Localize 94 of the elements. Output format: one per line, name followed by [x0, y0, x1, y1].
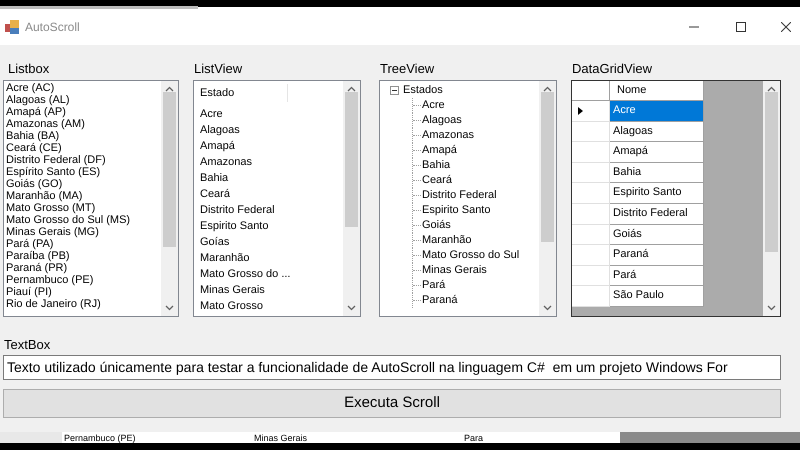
text-field[interactable]: Texto utilizado únicamente para testar a funcionalidade de AutoScroll na linguagem C# em um projeto Windows For	[3, 355, 781, 380]
scroll-up-icon[interactable]	[543, 86, 552, 92]
column-header[interactable]: Estado	[200, 84, 288, 102]
list-item[interactable]: Espirito Santo	[200, 218, 343, 234]
scroll-down-icon[interactable]	[543, 305, 552, 311]
scroll-up-icon[interactable]	[347, 86, 356, 92]
tree-node[interactable]: Estados	[403, 83, 443, 98]
scrollbar[interactable]	[539, 81, 556, 316]
list-item[interactable]: Pernambuco (PE)	[6, 274, 161, 286]
tree-node[interactable]: Distrito Federal	[422, 188, 497, 203]
list-item[interactable]: Amapá (AP)	[6, 106, 161, 118]
background-text: Minas Gerais	[254, 433, 308, 443]
list-item[interactable]: Mato Grosso do ...	[200, 266, 343, 282]
scroll-up-icon[interactable]	[165, 86, 174, 92]
tree-node[interactable]: Mato Grosso do Sul	[422, 248, 520, 263]
scrollbar[interactable]	[161, 81, 178, 316]
textbox-label: TextBox	[4, 337, 52, 353]
tree-node[interactable]: Alagoas	[422, 113, 462, 128]
datagridview-label: DataGridView	[572, 61, 653, 77]
list-item[interactable]: Acre	[200, 106, 343, 122]
grid-cell[interactable]: Amapá	[610, 142, 704, 163]
scroll-up-icon[interactable]	[767, 86, 776, 92]
list-item[interactable]: Goías	[200, 234, 343, 250]
list-item[interactable]: Minas Gerais (MG)	[6, 226, 161, 238]
tree-node[interactable]: Pará	[422, 278, 446, 293]
list-item[interactable]: Bahia	[200, 170, 343, 186]
list-item[interactable]: Mato Grosso (MT)	[6, 202, 161, 214]
grid-cell[interactable]: Goiás	[610, 224, 704, 246]
scroll-down-icon[interactable]	[347, 305, 356, 311]
list-item[interactable]: Mato Grosso do Sul (MS)	[6, 214, 161, 226]
tree-node[interactable]: Acre	[422, 98, 445, 113]
grid-cell[interactable]: São Paulo	[610, 286, 704, 307]
tree-node[interactable]: Espirito Santo	[422, 203, 490, 218]
scroll-thumb[interactable]	[765, 92, 778, 252]
scrollbar[interactable]	[343, 81, 360, 316]
background-text: Para	[464, 433, 484, 443]
execute-scroll-button[interactable]: Executa Scroll	[3, 389, 781, 418]
list-item[interactable]: Paraná (PR)	[6, 262, 161, 274]
tree-node[interactable]: Amazonas	[422, 128, 474, 143]
listview[interactable]: Estado Acre Alagoas Amapá Amazonas Bahia Ceará Distrito Federal Espirito Santo Goías Maranhão Mato Grosso do ... Minas Gerais Mato Grosso	[193, 80, 361, 317]
close-icon[interactable]	[781, 22, 791, 32]
list-item[interactable]: Amazonas (AM)	[6, 118, 161, 130]
list-item[interactable]: Mato Grosso	[200, 298, 343, 314]
list-item[interactable]: Distrito Federal	[200, 202, 343, 218]
list-item[interactable]: Pará (PA)	[6, 238, 161, 250]
list-item[interactable]: Amazonas	[200, 154, 343, 170]
tree-node[interactable]: Paraná	[422, 293, 458, 308]
listbox-label: Listbox	[8, 61, 50, 77]
list-item[interactable]: Acre (AC)	[6, 82, 161, 94]
tree-node[interactable]: Amapá	[422, 143, 457, 158]
list-item[interactable]: Espírito Santo (ES)	[6, 166, 161, 178]
list-item[interactable]: Goiás (GO)	[6, 178, 161, 190]
grid-cell[interactable]: Pará	[610, 266, 704, 286]
tree-node[interactable]: Goiás	[422, 218, 451, 233]
list-item[interactable]: Amapá	[200, 138, 343, 154]
grid-cell[interactable]: Paraná	[610, 245, 704, 266]
scroll-thumb[interactable]	[541, 92, 554, 242]
list-item[interactable]: Alagoas (AL)	[6, 94, 161, 106]
list-item[interactable]: Maranhão	[200, 250, 343, 266]
listview-label: ListView	[194, 61, 244, 77]
tree-node[interactable]: Maranhão	[422, 233, 472, 248]
scroll-thumb[interactable]	[163, 92, 176, 247]
row-pointer-icon	[578, 106, 583, 115]
scroll-down-icon[interactable]	[165, 305, 174, 311]
data-grid[interactable]: Nome Acre Alagoas Amapá Bahia Espirito Santo Distrito Federal Goiás Paraná Pará São Paulo	[571, 80, 781, 317]
window-title: AutoScroll	[25, 19, 80, 36]
grid-cell[interactable]: Alagoas	[610, 122, 704, 142]
grid-cell[interactable]: Distrito Federal	[610, 204, 704, 225]
list-item[interactable]: Bahia (BA)	[6, 130, 161, 142]
list-item[interactable]: Rio de Janeiro (RJ)	[6, 298, 161, 310]
listbox[interactable]	[3, 80, 179, 317]
tree-node[interactable]: Ceará	[422, 173, 452, 188]
grid-cell[interactable]: Bahia	[610, 162, 704, 184]
list-item[interactable]: Ceará (CE)	[6, 142, 161, 154]
list-item[interactable]: Minas Gerais	[200, 282, 343, 298]
treeview-label: TreeView	[380, 61, 436, 77]
background-text: Pernambuco (PE)	[64, 433, 137, 443]
app-icon	[5, 20, 19, 34]
tree-node[interactable]: Minas Gerais	[422, 263, 487, 278]
list-item[interactable]: Piauí (PI)	[6, 286, 161, 298]
grid-cell[interactable]: Acre	[610, 101, 704, 122]
maximize-icon[interactable]	[736, 22, 746, 32]
tree-node[interactable]: Bahia	[422, 158, 450, 173]
scrollbar[interactable]	[763, 81, 780, 316]
list-item[interactable]: Ceará	[200, 186, 343, 202]
list-item[interactable]: Maranhão (MA)	[6, 190, 161, 202]
list-item[interactable]: Paraíba (PB)	[6, 250, 161, 262]
scroll-down-icon[interactable]	[767, 305, 776, 311]
collapse-icon[interactable]	[390, 86, 399, 95]
treeview[interactable]: Estados Acre Alagoas Amazonas Amapá Bahia Ceará Distrito Federal Espirito Santo Goiás Maranhão Mato Grosso do Sul Minas Gerais Pará Paraná	[379, 80, 557, 317]
list-item[interactable]: Distrito Federal (DF)	[6, 154, 161, 166]
scroll-thumb[interactable]	[345, 92, 358, 227]
grid-cell[interactable]: Espirito Santo	[610, 183, 704, 204]
list-item[interactable]: Alagoas	[200, 122, 343, 138]
